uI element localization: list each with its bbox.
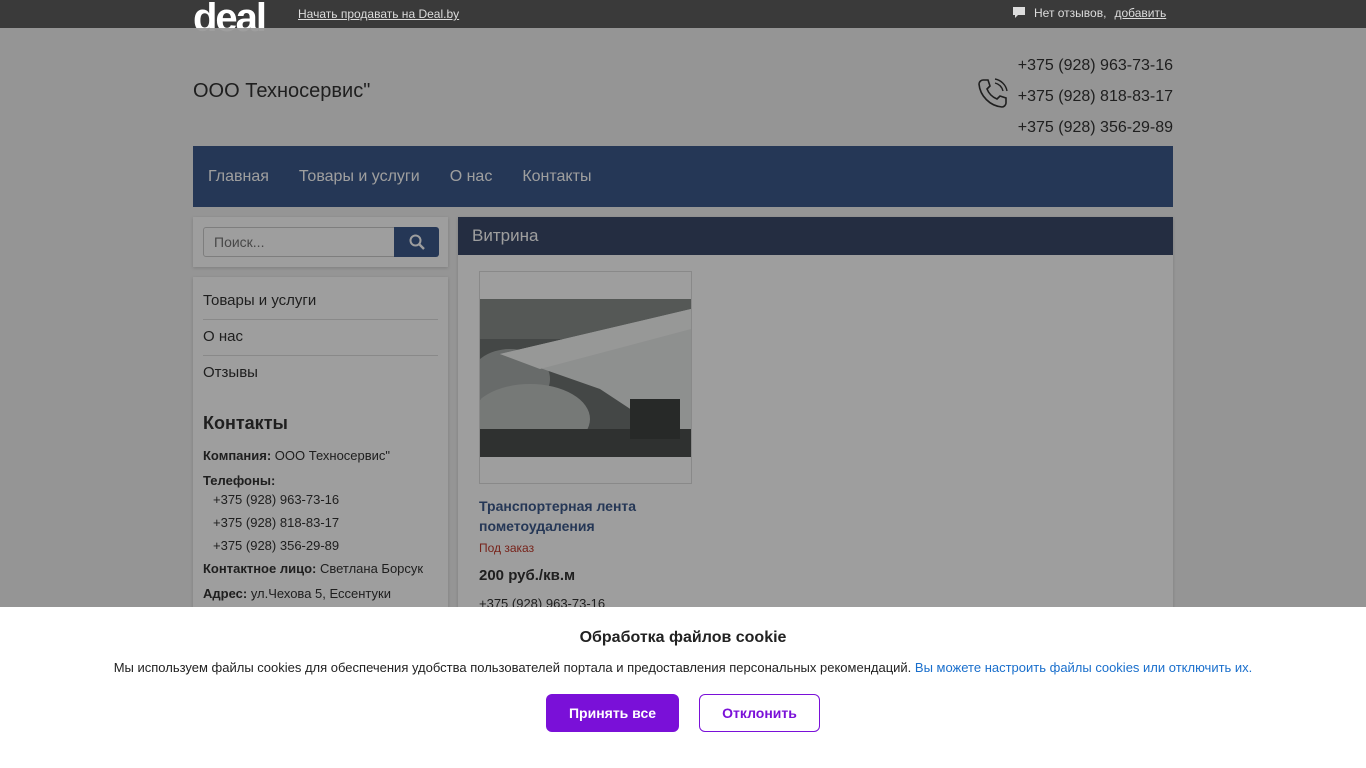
cookie-text: Мы используем файлы cookies для обеспече… bbox=[113, 660, 912, 675]
cookie-buttons: Принять все Отклонить bbox=[0, 694, 1366, 732]
cookie-banner: Обработка файлов cookie Мы используем фа… bbox=[0, 607, 1366, 768]
add-review-link[interactable]: добавить bbox=[1114, 6, 1166, 20]
no-reviews-text: Нет отзывов, bbox=[1034, 6, 1107, 20]
cookie-settings-link[interactable]: Вы можете настроить файлы cookies или от… bbox=[915, 660, 1252, 675]
accept-all-button[interactable]: Принять все bbox=[546, 694, 679, 732]
cookie-title: Обработка файлов cookie bbox=[579, 629, 787, 646]
reviews-info: Нет отзывов, добавить bbox=[1012, 6, 1166, 20]
top-bar: deal Начать продавать на Deal.by Нет отз… bbox=[0, 0, 1366, 34]
decline-button[interactable]: Отклонить bbox=[699, 694, 820, 732]
comment-icon bbox=[1013, 7, 1025, 18]
start-selling-link[interactable]: Начать продавать на Deal.by bbox=[298, 7, 459, 21]
cookie-text-row: Мы используем файлы cookies для обеспече… bbox=[0, 660, 1366, 675]
